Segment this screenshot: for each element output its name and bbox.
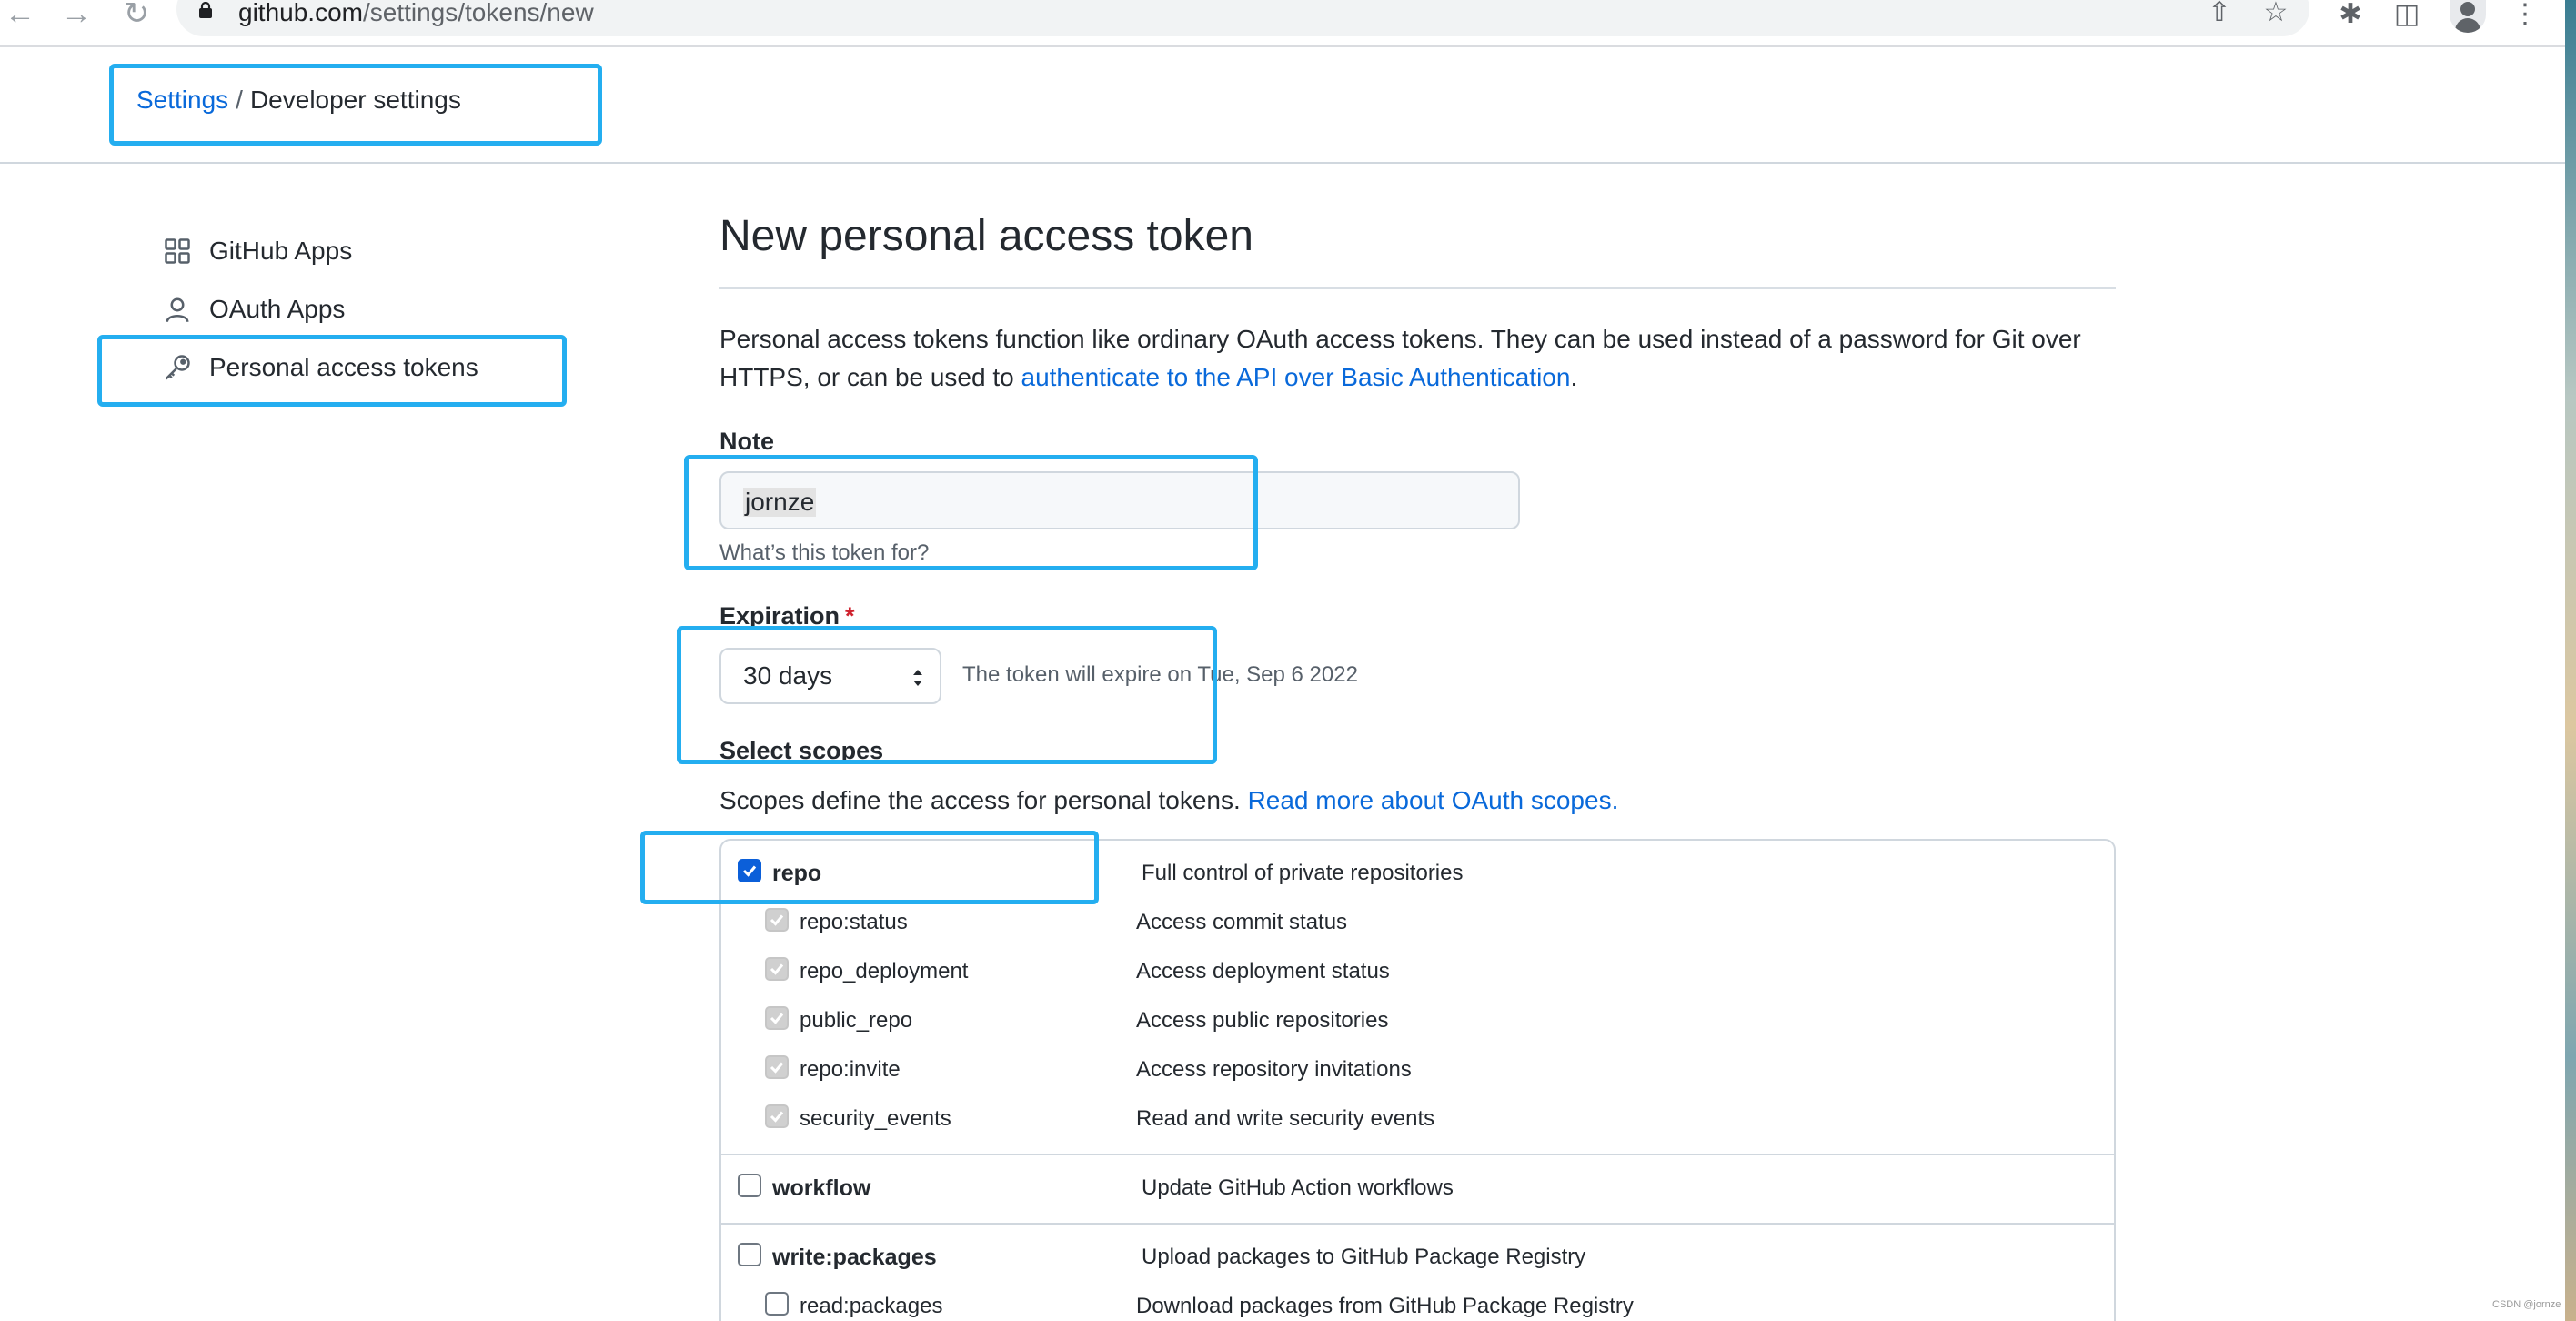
repo-status-checkbox[interactable]	[765, 908, 789, 932]
scope-description: Upload packages to GitHub Package Regist…	[1142, 1245, 1586, 1269]
scope-name: write:packages	[772, 1245, 937, 1270]
scope-description: Access public repositories	[1136, 1008, 1389, 1033]
workflow-checkbox[interactable]	[738, 1174, 761, 1197]
sidebar-item-label: GitHub Apps	[209, 237, 353, 265]
repo-invite-checkbox[interactable]	[765, 1055, 789, 1079]
scope-name: public_repo	[800, 1008, 913, 1033]
scopes-heading: Select scopes	[719, 737, 884, 764]
check-icon	[742, 865, 757, 877]
url-path: /settings/tokens/new	[362, 0, 594, 26]
scope-description: Update GitHub Action workflows	[1142, 1175, 1454, 1200]
intro-end: .	[1570, 363, 1578, 391]
check-icon	[770, 1013, 784, 1024]
sidebar-item-label: OAuth Apps	[209, 295, 346, 323]
scope-description: Access repository invitations	[1136, 1057, 1412, 1082]
reload-icon[interactable]: ↻	[120, 0, 153, 33]
row-divider	[721, 1223, 2114, 1225]
forward-arrow-icon[interactable]: →	[60, 0, 93, 33]
basic-auth-link[interactable]: authenticate to the API over Basic Authe…	[1021, 363, 1571, 391]
address-bar[interactable]: github.com/settings/tokens/new ⇧ ☆	[176, 0, 2309, 36]
row-divider	[721, 1154, 2114, 1155]
scope-name: read:packages	[800, 1294, 943, 1318]
back-arrow-icon[interactable]: ←	[4, 0, 36, 33]
title-divider	[719, 287, 2116, 289]
read-packages-checkbox[interactable]	[765, 1292, 789, 1316]
scope-name: workflow	[772, 1175, 871, 1201]
side-panel-icon[interactable]: ◫	[2390, 0, 2423, 33]
write-packages-checkbox[interactable]	[738, 1243, 761, 1266]
note-input[interactable]: jornze	[719, 471, 1520, 529]
note-help-text: What’s this token for?	[719, 540, 930, 565]
watermark: CSDN @jornze	[2492, 1299, 2561, 1310]
scope-table: repo Full control of private repositorie…	[719, 839, 2116, 1321]
extensions-icon[interactable]: ✱	[2334, 0, 2367, 33]
check-icon	[770, 1062, 784, 1074]
breadcrumb: Settings / Developer settings	[136, 86, 461, 115]
check-icon	[770, 914, 784, 926]
background-photo-edge	[2565, 0, 2576, 1321]
url-text[interactable]: github.com/settings/tokens/new	[238, 0, 594, 27]
url-host: github.com	[238, 0, 363, 26]
note-label: Note	[719, 428, 774, 455]
repo-deployment-checkbox[interactable]	[765, 957, 789, 981]
scope-name: repo_deployment	[800, 959, 969, 983]
breadcrumb-current: Developer settings	[249, 86, 461, 114]
scope-name: repo	[772, 861, 822, 886]
page-header: Settings / Developer settings	[0, 49, 2565, 164]
check-icon	[770, 1111, 784, 1123]
intro-paragraph: Personal access tokens function like ord…	[719, 320, 2116, 397]
page-title: New personal access token	[719, 212, 1253, 260]
person-icon	[166, 297, 189, 323]
sidebar-item-oauth-apps[interactable]: OAuth Apps	[164, 287, 546, 332]
expiration-select[interactable]: 30 days	[719, 648, 941, 704]
expiration-selected-value: 30 days	[743, 661, 833, 690]
expiration-label: Expiration *	[719, 602, 855, 630]
scope-description: Access commit status	[1136, 910, 1348, 934]
key-icon	[165, 355, 190, 380]
sidebar-item-github-apps[interactable]: GitHub Apps	[164, 228, 546, 274]
scope-description: Read and write security events	[1136, 1106, 1435, 1131]
scope-description: Access deployment status	[1136, 959, 1390, 983]
scope-description: Full control of private repositories	[1142, 861, 1464, 885]
note-value: jornze	[743, 488, 817, 517]
repo-checkbox[interactable]	[738, 859, 761, 882]
scope-name: security_events	[800, 1106, 951, 1131]
browser-toolbar: ← → ↻ github.com/settings/tokens/new ⇧ ☆…	[0, 0, 2576, 47]
scope-name: repo:invite	[800, 1057, 901, 1082]
sidebar-item-personal-access-tokens[interactable]: Personal access tokens	[164, 345, 546, 390]
scope-name: repo:status	[800, 910, 908, 934]
scopes-description-text: Scopes define the access for personal to…	[719, 786, 1248, 814]
required-mark: *	[845, 602, 855, 630]
select-arrows-icon	[913, 670, 922, 686]
profile-avatar-icon[interactable]	[2450, 0, 2486, 33]
share-icon[interactable]: ⇧	[2203, 0, 2236, 31]
breadcrumb-separator: /	[236, 86, 243, 114]
scopes-description: Scopes define the access for personal to…	[719, 786, 1618, 815]
apps-icon	[165, 238, 190, 264]
lock-icon	[199, 2, 212, 18]
public-repo-checkbox[interactable]	[765, 1006, 789, 1030]
more-menu-icon[interactable]: ⋮	[2509, 0, 2541, 33]
oauth-scopes-link[interactable]: Read more about OAuth scopes.	[1248, 786, 1619, 814]
sidebar-item-label: Personal access tokens	[209, 353, 478, 381]
expiration-message: The token will expire on Tue, Sep 6 2022	[962, 662, 1358, 687]
star-icon[interactable]: ☆	[2259, 0, 2292, 31]
breadcrumb-settings-link[interactable]: Settings	[136, 86, 228, 114]
security-events-checkbox[interactable]	[765, 1104, 789, 1128]
expiration-label-text: Expiration	[719, 602, 840, 630]
check-icon	[770, 963, 784, 975]
scope-description: Download packages from GitHub Package Re…	[1136, 1294, 1634, 1318]
